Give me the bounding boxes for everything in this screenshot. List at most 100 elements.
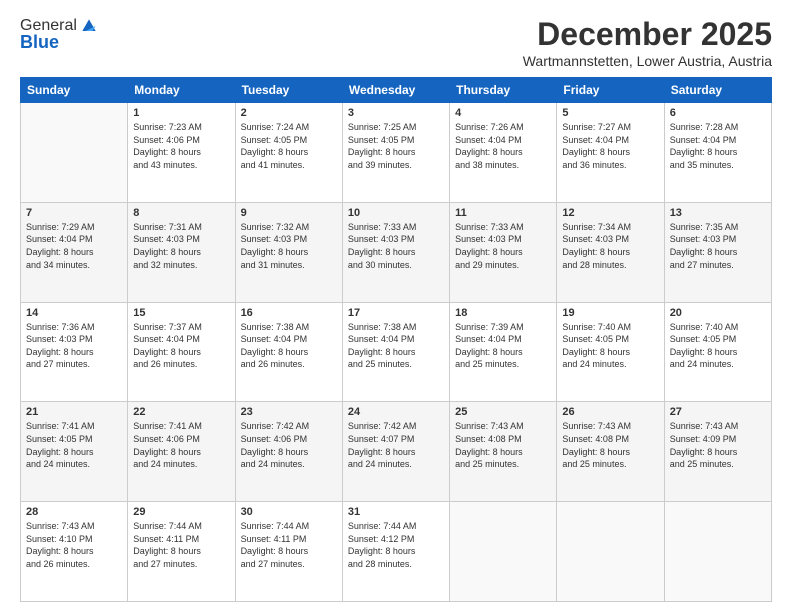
day-info: Sunrise: 7:42 AMSunset: 4:06 PMDaylight:…	[241, 420, 337, 470]
calendar-cell: 15 Sunrise: 7:37 AMSunset: 4:04 PMDayligh…	[128, 302, 235, 402]
day-number: 29	[133, 506, 229, 518]
day-info: Sunrise: 7:35 AMSunset: 4:03 PMDaylight:…	[670, 221, 766, 271]
calendar-cell	[664, 502, 771, 602]
calendar-cell: 4 Sunrise: 7:26 AMSunset: 4:04 PMDaylight…	[450, 103, 557, 203]
calendar-cell: 19Sunrise: 7:40 AMSunset: 4:05 PMDayligh…	[557, 302, 664, 402]
day-number: 30	[241, 506, 337, 518]
calendar-cell: 22 Sunrise: 7:41 AMSunset: 4:06 PMDayligh…	[128, 402, 235, 502]
day-number: 28	[26, 506, 122, 518]
col-tuesday: Tuesday	[235, 78, 342, 103]
col-thursday: Thursday	[450, 78, 557, 103]
day-number: 2	[241, 107, 337, 119]
day-info: Sunrise: 7:39 AMSunset: 4:04 PMDaylight:…	[455, 321, 551, 371]
day-number: 21	[26, 406, 122, 418]
calendar-header-row: Sunday Monday Tuesday Wednesday Thursday…	[21, 78, 772, 103]
calendar-week-row-4: 28 Sunrise: 7:43 AMSunset: 4:10 PMDayligh…	[21, 502, 772, 602]
calendar-cell: 3 Sunrise: 7:25 AMSunset: 4:05 PMDaylight…	[342, 103, 449, 203]
day-info: Sunrise: 7:28 AMSunset: 4:04 PMDaylight:…	[670, 121, 766, 171]
calendar-cell: 27Sunrise: 7:43 AMSunset: 4:09 PMDayligh…	[664, 402, 771, 502]
day-info: Sunrise: 7:41 AMSunset: 4:06 PMDaylight:…	[133, 420, 229, 470]
day-info: Sunrise: 7:43 AMSunset: 4:08 PMDaylight:…	[455, 420, 551, 470]
calendar-cell: 9Sunrise: 7:32 AMSunset: 4:03 PMDaylight…	[235, 202, 342, 302]
calendar-cell: 1 Sunrise: 7:23 AMSunset: 4:06 PMDaylight…	[128, 103, 235, 203]
title-month: December 2025	[523, 16, 772, 53]
day-info: Sunrise: 7:43 AMSunset: 4:08 PMDaylight:…	[562, 420, 658, 470]
calendar-cell: 25 Sunrise: 7:43 AMSunset: 4:08 PMDayligh…	[450, 402, 557, 502]
day-number: 11	[455, 207, 551, 219]
day-number: 3	[348, 107, 444, 119]
day-number: 6	[670, 107, 766, 119]
logo: General Blue	[20, 16, 99, 53]
day-info: Sunrise: 7:24 AMSunset: 4:05 PMDaylight:…	[241, 121, 337, 171]
day-info: Sunrise: 7:38 AMSunset: 4:04 PMDaylight:…	[348, 321, 444, 371]
calendar-cell: 28 Sunrise: 7:43 AMSunset: 4:10 PMDayligh…	[21, 502, 128, 602]
title-block: December 2025 Wartmannstetten, Lower Aus…	[523, 16, 772, 69]
day-number: 31	[348, 506, 444, 518]
col-monday: Monday	[128, 78, 235, 103]
day-info: Sunrise: 7:33 AMSunset: 4:03 PMDaylight:…	[455, 221, 551, 271]
calendar-cell: 20 Sunrise: 7:40 AMSunset: 4:05 PMDayligh…	[664, 302, 771, 402]
calendar-cell: 29Sunrise: 7:44 AMSunset: 4:11 PMDayligh…	[128, 502, 235, 602]
calendar-cell: 8Sunrise: 7:31 AMSunset: 4:03 PMDaylight…	[128, 202, 235, 302]
day-number: 10	[348, 207, 444, 219]
day-number: 12	[562, 207, 658, 219]
col-sunday: Sunday	[21, 78, 128, 103]
calendar-cell: 5 Sunrise: 7:27 AMSunset: 4:04 PMDaylight…	[557, 103, 664, 203]
calendar-cell: 12 Sunrise: 7:34 AMSunset: 4:03 PMDayligh…	[557, 202, 664, 302]
day-info: Sunrise: 7:33 AMSunset: 4:03 PMDaylight:…	[348, 221, 444, 271]
day-info: Sunrise: 7:26 AMSunset: 4:04 PMDaylight:…	[455, 121, 551, 171]
calendar-cell: 24 Sunrise: 7:42 AMSunset: 4:07 PMDayligh…	[342, 402, 449, 502]
day-info: Sunrise: 7:40 AMSunset: 4:05 PMDaylight:…	[670, 321, 766, 371]
day-number: 9	[241, 207, 337, 219]
day-number: 20	[670, 307, 766, 319]
calendar-cell: 14 Sunrise: 7:36 AMSunset: 4:03 PMDayligh…	[21, 302, 128, 402]
day-number: 26	[562, 406, 658, 418]
calendar-cell: 31 Sunrise: 7:44 AMSunset: 4:12 PMDayligh…	[342, 502, 449, 602]
calendar-cell: 13Sunrise: 7:35 AMSunset: 4:03 PMDayligh…	[664, 202, 771, 302]
day-info: Sunrise: 7:23 AMSunset: 4:06 PMDaylight:…	[133, 121, 229, 171]
day-info: Sunrise: 7:37 AMSunset: 4:04 PMDaylight:…	[133, 321, 229, 371]
day-number: 25	[455, 406, 551, 418]
day-number: 4	[455, 107, 551, 119]
day-number: 23	[241, 406, 337, 418]
day-info: Sunrise: 7:34 AMSunset: 4:03 PMDaylight:…	[562, 221, 658, 271]
day-info: Sunrise: 7:31 AMSunset: 4:03 PMDaylight:…	[133, 221, 229, 271]
col-saturday: Saturday	[664, 78, 771, 103]
day-number: 27	[670, 406, 766, 418]
calendar-cell: 16 Sunrise: 7:38 AMSunset: 4:04 PMDayligh…	[235, 302, 342, 402]
day-number: 5	[562, 107, 658, 119]
day-number: 1	[133, 107, 229, 119]
calendar-cell: 11 Sunrise: 7:33 AMSunset: 4:03 PMDayligh…	[450, 202, 557, 302]
day-info: Sunrise: 7:42 AMSunset: 4:07 PMDaylight:…	[348, 420, 444, 470]
day-info: Sunrise: 7:40 AMSunset: 4:05 PMDaylight:…	[562, 321, 658, 371]
day-number: 14	[26, 307, 122, 319]
day-info: Sunrise: 7:38 AMSunset: 4:04 PMDaylight:…	[241, 321, 337, 371]
day-number: 24	[348, 406, 444, 418]
calendar-week-row-2: 14 Sunrise: 7:36 AMSunset: 4:03 PMDayligh…	[21, 302, 772, 402]
day-number: 7	[26, 207, 122, 219]
day-info: Sunrise: 7:36 AMSunset: 4:03 PMDaylight:…	[26, 321, 122, 371]
calendar-cell: 10 Sunrise: 7:33 AMSunset: 4:03 PMDayligh…	[342, 202, 449, 302]
day-info: Sunrise: 7:44 AMSunset: 4:11 PMDaylight:…	[241, 520, 337, 570]
calendar-week-row-1: 7Sunrise: 7:29 AMSunset: 4:04 PMDaylight…	[21, 202, 772, 302]
calendar-cell: 2 Sunrise: 7:24 AMSunset: 4:05 PMDaylight…	[235, 103, 342, 203]
calendar-cell: 18 Sunrise: 7:39 AMSunset: 4:04 PMDayligh…	[450, 302, 557, 402]
calendar-cell	[21, 103, 128, 203]
day-number: 15	[133, 307, 229, 319]
day-info: Sunrise: 7:25 AMSunset: 4:05 PMDaylight:…	[348, 121, 444, 171]
calendar-cell	[450, 502, 557, 602]
day-number: 18	[455, 307, 551, 319]
day-info: Sunrise: 7:43 AMSunset: 4:10 PMDaylight:…	[26, 520, 122, 570]
logo-icon	[79, 16, 99, 36]
col-wednesday: Wednesday	[342, 78, 449, 103]
day-info: Sunrise: 7:44 AMSunset: 4:12 PMDaylight:…	[348, 520, 444, 570]
calendar-cell: 17 Sunrise: 7:38 AMSunset: 4:04 PMDayligh…	[342, 302, 449, 402]
day-number: 17	[348, 307, 444, 319]
day-number: 16	[241, 307, 337, 319]
col-friday: Friday	[557, 78, 664, 103]
calendar-cell: 26 Sunrise: 7:43 AMSunset: 4:08 PMDayligh…	[557, 402, 664, 502]
header: General Blue December 2025 Wartmannstett…	[20, 16, 772, 69]
calendar-cell: 21Sunrise: 7:41 AMSunset: 4:05 PMDayligh…	[21, 402, 128, 502]
day-info: Sunrise: 7:27 AMSunset: 4:04 PMDaylight:…	[562, 121, 658, 171]
day-number: 22	[133, 406, 229, 418]
